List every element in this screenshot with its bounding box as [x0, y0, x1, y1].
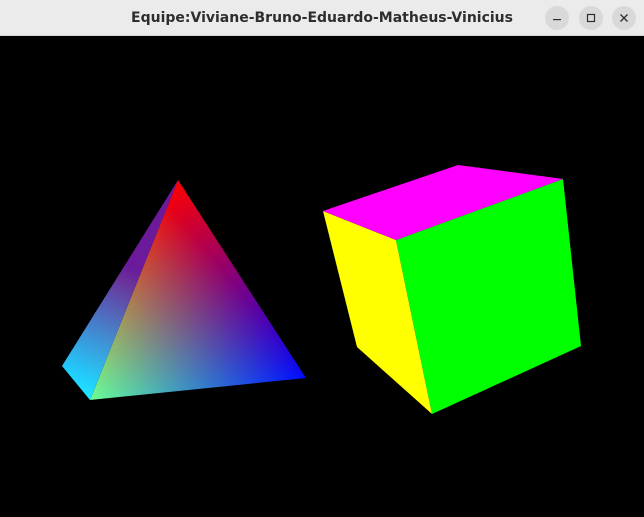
title-bar[interactable]: Equipe:Viviane-Bruno-Eduardo-Matheus-Vin…	[0, 0, 644, 36]
close-icon	[620, 14, 628, 22]
maximize-icon	[586, 13, 596, 23]
minimize-icon	[553, 19, 561, 21]
minimize-button[interactable]	[545, 6, 569, 30]
cube	[323, 165, 581, 414]
close-button[interactable]	[612, 6, 636, 30]
tetrahedron	[62, 180, 306, 400]
maximize-button[interactable]	[579, 6, 603, 30]
app-window: Equipe:Viviane-Bruno-Eduardo-Matheus-Vin…	[0, 0, 644, 517]
opengl-viewport[interactable]	[0, 36, 644, 517]
scene-canvas	[62, 165, 581, 414]
